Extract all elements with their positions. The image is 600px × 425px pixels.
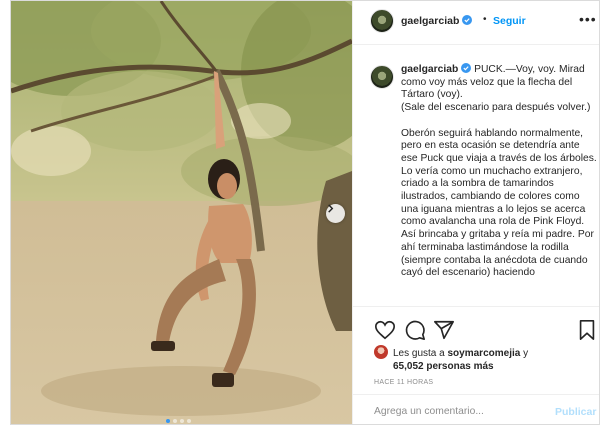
instagram-post: gaelgarciab • Seguir ••• gaelgarciab PUC…	[10, 0, 600, 425]
caption-paragraph-1: gaelgarciab PUCK.—Voy, voy. Mirad como v…	[401, 63, 597, 115]
caption-section: gaelgarciab PUCK.—Voy, voy. Mirad como v…	[353, 46, 599, 306]
post-caption: gaelgarciab PUCK.—Voy, voy. Mirad como v…	[401, 63, 597, 293]
publish-button[interactable]: Publicar	[555, 406, 596, 418]
heart-icon[interactable]	[374, 319, 396, 341]
caption-paragraph-2: Oberón seguirá hablando normalmente, per…	[401, 127, 597, 279]
carousel-dot	[173, 419, 177, 423]
likes-connector: y	[523, 348, 529, 359]
carousel-dot	[180, 419, 184, 423]
follow-button[interactable]: Seguir	[493, 15, 526, 27]
chevron-right-icon	[328, 204, 334, 213]
likes-summary: Les gusta a soymarcomejia y 65,052 perso…	[393, 347, 593, 373]
author-username[interactable]: gaelgarciab	[401, 15, 473, 27]
more-options-icon[interactable]: •••	[579, 11, 597, 27]
bookmark-icon[interactable]	[576, 319, 598, 341]
caption-username[interactable]: gaelgarciab	[401, 64, 458, 75]
carousel-indicator	[166, 419, 191, 423]
post-photo[interactable]	[11, 1, 352, 424]
verified-badge-icon	[461, 63, 472, 73]
carousel-next-button[interactable]	[326, 204, 345, 223]
post-timestamp[interactable]: HACE 11 HORAS	[374, 379, 433, 386]
share-icon[interactable]	[433, 319, 455, 341]
carousel-dot	[187, 419, 191, 423]
liker-username[interactable]: soymarcomejia	[448, 348, 521, 359]
liker-avatar[interactable]	[374, 345, 388, 359]
header-separator: •	[483, 14, 487, 25]
comment-form: Publicar	[353, 394, 599, 424]
post-sidebar: gaelgarciab • Seguir ••• gaelgarciab PUC…	[352, 1, 599, 424]
likes-prefix: Les gusta a	[393, 348, 445, 359]
likes-count[interactable]: 65,052 personas más	[393, 361, 494, 372]
post-header: gaelgarciab • Seguir •••	[353, 1, 599, 45]
vintage-photo-illustration	[11, 1, 352, 424]
caption-author-avatar[interactable]	[370, 65, 394, 89]
verified-badge-icon	[462, 15, 473, 25]
comment-input[interactable]	[374, 403, 534, 419]
comment-icon[interactable]	[404, 319, 426, 341]
author-avatar[interactable]	[370, 9, 394, 33]
carousel-dot-active	[166, 419, 170, 423]
